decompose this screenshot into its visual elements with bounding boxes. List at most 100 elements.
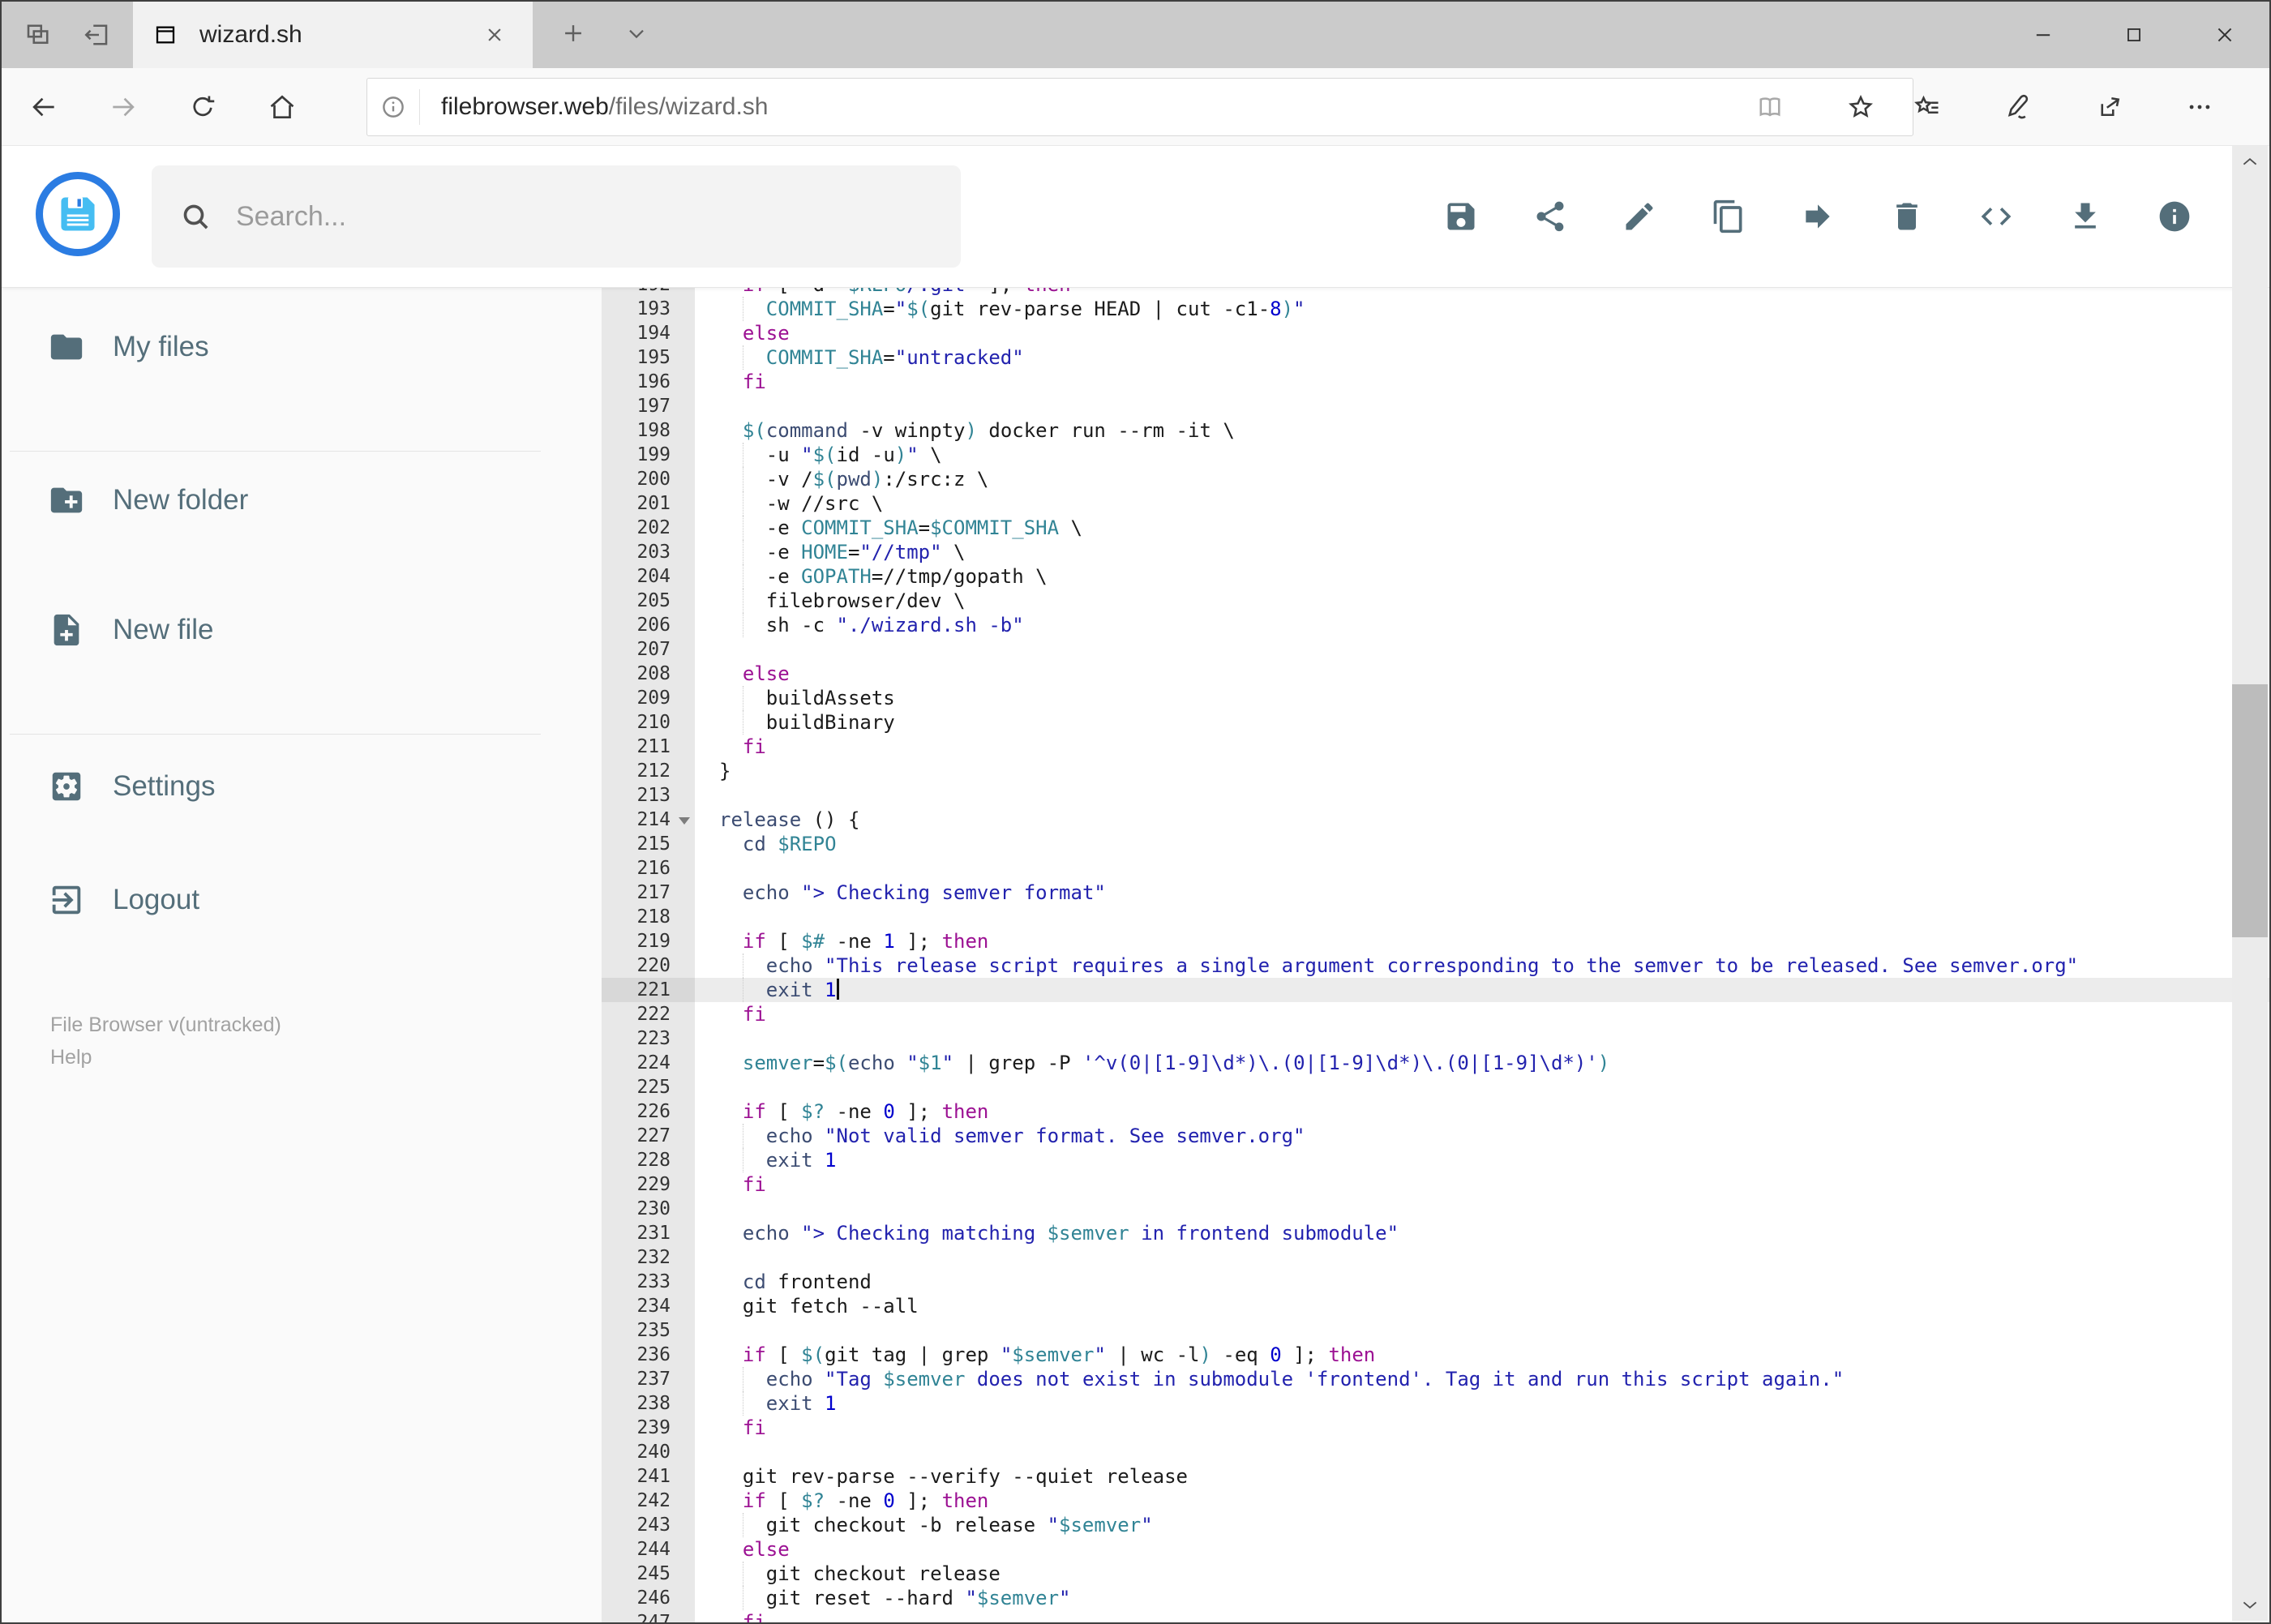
code-line-text[interactable]: else — [695, 321, 2269, 345]
gutter-line-number[interactable]: 245 — [602, 1562, 695, 1586]
gutter-line-number[interactable]: 225 — [602, 1075, 695, 1099]
code-line-text[interactable]: echo "> Checking semver format" — [695, 881, 2269, 905]
gutter-line-number[interactable]: 219 — [602, 929, 695, 953]
code-line-text[interactable]: else — [695, 662, 2269, 686]
code-line-text[interactable]: exit 1 — [695, 1391, 2269, 1416]
gutter-line-number[interactable]: 201 — [602, 491, 695, 516]
code-line-text[interactable]: fi — [695, 1002, 2269, 1026]
gutter-line-number[interactable]: 227 — [602, 1124, 695, 1148]
gutter-line-number[interactable]: 234 — [602, 1294, 695, 1318]
code-line-text[interactable]: echo "Tag $semver does not exist in subm… — [695, 1367, 2269, 1391]
code-line-text[interactable]: -e HOME="//tmp" \ — [695, 540, 2269, 564]
code-line-text[interactable]: fi — [695, 1416, 2269, 1440]
sidebar-item-new-file[interactable]: New file — [2, 599, 602, 661]
gutter-line-number[interactable]: 214 — [602, 808, 695, 832]
code-editor[interactable]: 192 if [ -d "$REPO/.git" ]; then193 COMM… — [602, 287, 2269, 1622]
scroll-down-icon[interactable] — [2232, 1588, 2268, 1621]
code-line-text[interactable]: if [ $? -ne 0 ]; then — [695, 1489, 2269, 1513]
gutter-line-number[interactable]: 205 — [602, 589, 695, 613]
code-line-text[interactable]: cd frontend — [695, 1270, 2269, 1294]
gutter-line-number[interactable]: 244 — [602, 1537, 695, 1562]
set-tabs-aside-icon[interactable] — [78, 16, 115, 54]
code-line-text[interactable]: semver=$(echo "$1" | grep -P '^v(0|[1-9]… — [695, 1051, 2269, 1075]
edit-button[interactable] — [1621, 198, 1658, 235]
gutter-line-number[interactable]: 240 — [602, 1440, 695, 1464]
gutter-line-number[interactable]: 206 — [602, 613, 695, 637]
gutter-line-number[interactable]: 233 — [602, 1270, 695, 1294]
code-line-text[interactable]: buildAssets — [695, 686, 2269, 710]
gutter-line-number[interactable]: 236 — [602, 1343, 695, 1367]
gutter-line-number[interactable]: 210 — [602, 710, 695, 735]
code-line-text[interactable]: echo "Not valid semver format. See semve… — [695, 1124, 2269, 1148]
code-line-text[interactable] — [695, 856, 2269, 881]
gutter-line-number[interactable]: 194 — [602, 321, 695, 345]
code-line-text[interactable]: git rev-parse --verify --quiet release — [695, 1464, 2269, 1489]
search-bar[interactable] — [152, 165, 961, 268]
gutter-line-number[interactable]: 213 — [602, 783, 695, 808]
code-line-text[interactable]: cd $REPO — [695, 832, 2269, 856]
delete-button[interactable] — [1888, 198, 1926, 235]
site-info-icon[interactable] — [367, 93, 419, 121]
code-line-text[interactable] — [695, 1245, 2269, 1270]
gutter-line-number[interactable]: 197 — [602, 394, 695, 418]
gutter-line-number[interactable]: 222 — [602, 1002, 695, 1026]
gutter-line-number[interactable]: 226 — [602, 1099, 695, 1124]
back-icon[interactable] — [15, 78, 73, 136]
code-line-text[interactable]: exit 1 — [695, 1148, 2269, 1172]
gutter-line-number[interactable]: 235 — [602, 1318, 695, 1343]
gutter-line-number[interactable]: 229 — [602, 1172, 695, 1197]
code-line-text[interactable]: fi — [695, 1610, 2269, 1622]
sidebar-item-logout[interactable]: Logout — [2, 869, 602, 931]
gutter-line-number[interactable]: 215 — [602, 832, 695, 856]
code-line-text[interactable] — [695, 1026, 2269, 1051]
sidebar-item-my-files[interactable]: My files — [2, 316, 602, 378]
code-line-text[interactable]: if [ $? -ne 0 ]; then — [695, 1099, 2269, 1124]
code-line-text[interactable]: $(command -v winpty) docker run --rm -it… — [695, 418, 2269, 443]
code-line-text[interactable]: buildBinary — [695, 710, 2269, 735]
new-tab-button[interactable] — [555, 15, 592, 52]
code-line-text[interactable]: filebrowser/dev \ — [695, 589, 2269, 613]
gutter-line-number[interactable]: 241 — [602, 1464, 695, 1489]
share-button[interactable] — [1532, 198, 1569, 235]
favorite-star-icon[interactable] — [1832, 78, 1890, 136]
code-line-text[interactable]: -u "$(id -u)" \ — [695, 443, 2269, 467]
sidebar-item-settings[interactable]: Settings — [2, 756, 602, 817]
code-button[interactable] — [1977, 198, 2015, 235]
tab-list-chevron-down-icon[interactable] — [618, 15, 655, 52]
reading-view-icon[interactable] — [1741, 78, 1799, 136]
gutter-line-number[interactable]: 209 — [602, 686, 695, 710]
close-tab-icon[interactable] — [476, 16, 513, 54]
maximize-button[interactable] — [2104, 16, 2164, 54]
gutter-line-number[interactable]: 237 — [602, 1367, 695, 1391]
gutter-line-number[interactable]: 200 — [602, 467, 695, 491]
code-line-text[interactable] — [695, 394, 2269, 418]
minimize-button[interactable] — [2013, 16, 2073, 54]
gutter-line-number[interactable]: 204 — [602, 564, 695, 589]
download-button[interactable] — [2067, 198, 2104, 235]
gutter-line-number[interactable]: 239 — [602, 1416, 695, 1440]
code-line-text[interactable] — [695, 905, 2269, 929]
tab-wizard-sh[interactable]: wizard.sh — [133, 2, 533, 68]
code-line-text[interactable]: if [ $# -ne 1 ]; then — [695, 929, 2269, 953]
code-line-text[interactable]: else — [695, 1537, 2269, 1562]
gutter-line-number[interactable]: 228 — [602, 1148, 695, 1172]
filebrowser-logo-icon[interactable] — [36, 172, 120, 256]
forward-icon[interactable] — [94, 78, 152, 136]
code-line-text[interactable]: exit 1 — [695, 978, 2269, 1002]
gutter-line-number[interactable]: 230 — [602, 1197, 695, 1221]
gutter-line-number[interactable]: 195 — [602, 345, 695, 370]
gutter-line-number[interactable]: 208 — [602, 662, 695, 686]
code-line-text[interactable]: -v /$(pwd):/src:z \ — [695, 467, 2269, 491]
save-button[interactable] — [1442, 198, 1480, 235]
gutter-line-number[interactable]: 193 — [602, 297, 695, 321]
gutter-line-number[interactable]: 224 — [602, 1051, 695, 1075]
code-line-text[interactable]: git reset --hard "$semver" — [695, 1586, 2269, 1610]
gutter-line-number[interactable]: 231 — [602, 1221, 695, 1245]
gutter-line-number[interactable]: 203 — [602, 540, 695, 564]
close-window-button[interactable] — [2195, 16, 2255, 54]
hub-icon[interactable] — [1898, 78, 1956, 136]
gutter-line-number[interactable]: 242 — [602, 1489, 695, 1513]
gutter-line-number[interactable]: 223 — [602, 1026, 695, 1051]
code-line-text[interactable] — [695, 1197, 2269, 1221]
scrollbar-thumb[interactable] — [2232, 684, 2268, 937]
